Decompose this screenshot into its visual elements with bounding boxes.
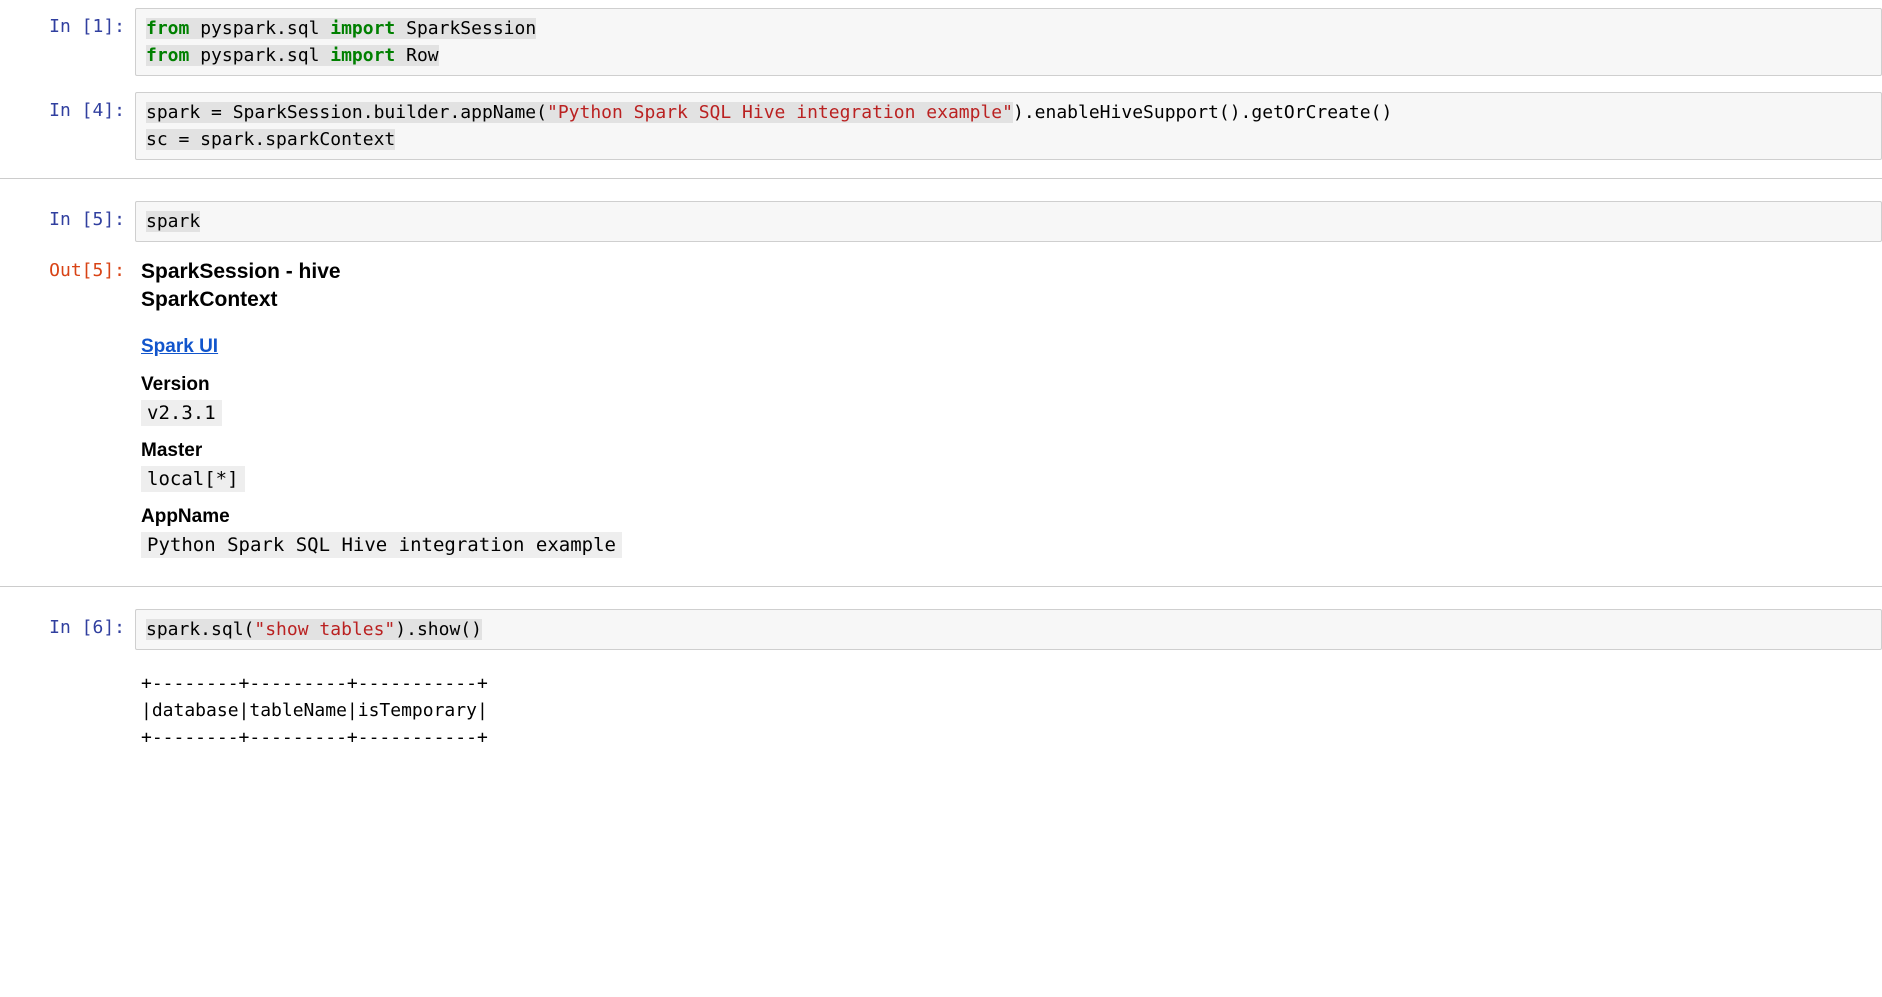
spark-ui-link[interactable]: Spark UI bbox=[141, 336, 218, 358]
spark-context-heading: SparkContext bbox=[141, 288, 1872, 312]
appname-value: Python Spark SQL Hive integration exampl… bbox=[141, 532, 622, 558]
output-cell: Out[5]: SparkSession - hive SparkContext… bbox=[0, 250, 1882, 576]
master-label: Master bbox=[141, 440, 1872, 462]
version-value: v2.3.1 bbox=[141, 400, 222, 426]
in-prompt: In [1]: bbox=[0, 8, 135, 76]
in-prompt: In [6]: bbox=[0, 609, 135, 650]
code-cell[interactable]: In [6]: spark.sql("show tables").show() bbox=[0, 586, 1882, 658]
code-cell[interactable]: In [1]: from pyspark.sql import SparkSes… bbox=[0, 0, 1882, 84]
code-content: from pyspark.sql import SparkSession fro… bbox=[146, 15, 1871, 69]
table-output: +--------+---------+-----------+ |databa… bbox=[141, 670, 1872, 751]
in-prompt: In [5]: bbox=[0, 201, 135, 242]
notebook: In [1]: from pyspark.sql import SparkSes… bbox=[0, 0, 1882, 763]
spark-session-output: SparkSession - hive SparkContext Spark U… bbox=[135, 252, 1882, 568]
output-cell: +--------+---------+-----------+ |databa… bbox=[0, 658, 1882, 763]
code-input[interactable]: from pyspark.sql import SparkSession fro… bbox=[135, 8, 1882, 76]
code-input[interactable]: spark.sql("show tables").show() bbox=[135, 609, 1882, 650]
spark-session-heading: SparkSession - hive bbox=[141, 260, 1872, 284]
code-content: spark = SparkSession.builder.appName("Py… bbox=[146, 99, 1871, 153]
code-cell[interactable]: In [5]: spark bbox=[0, 178, 1882, 250]
code-input[interactable]: spark = SparkSession.builder.appName("Py… bbox=[135, 92, 1882, 160]
version-label: Version bbox=[141, 374, 1872, 396]
code-content: spark bbox=[146, 208, 1871, 235]
stdout-output: +--------+---------+-----------+ |databa… bbox=[135, 666, 1882, 755]
in-prompt: In [4]: bbox=[0, 92, 135, 160]
empty-prompt bbox=[0, 666, 135, 755]
code-cell[interactable]: In [4]: spark = SparkSession.builder.app… bbox=[0, 84, 1882, 168]
code-content: spark.sql("show tables").show() bbox=[146, 616, 1871, 643]
appname-label: AppName bbox=[141, 506, 1872, 528]
out-prompt: Out[5]: bbox=[0, 252, 135, 568]
code-input[interactable]: spark bbox=[135, 201, 1882, 242]
master-value: local[*] bbox=[141, 466, 245, 492]
